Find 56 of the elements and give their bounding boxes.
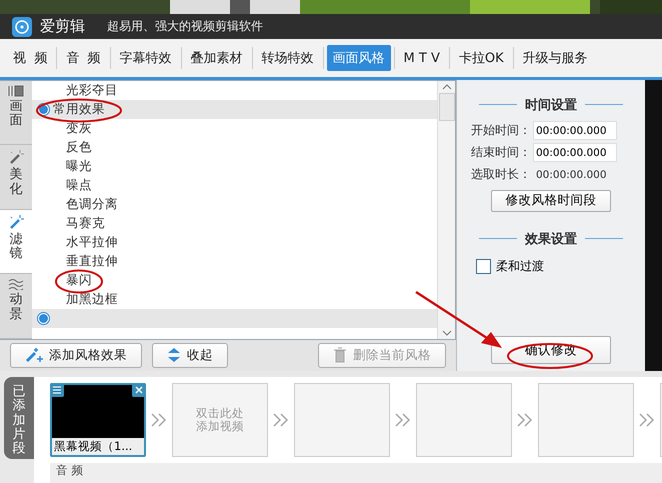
collapse-icon (167, 347, 181, 364)
main-tab[interactable]: 转场特效 (256, 45, 320, 72)
empty-clip-slot[interactable] (416, 383, 512, 457)
field-label: 选取时长： (471, 166, 531, 184)
side-tab[interactable]: 动景 (0, 274, 32, 339)
scrollbar[interactable] (437, 80, 455, 339)
chevrons-icon (394, 413, 412, 427)
chevrons-icon (150, 413, 168, 427)
action-button[interactable]: 收起 (152, 342, 228, 368)
main-tab[interactable]: 音 频 (60, 45, 107, 72)
time-field[interactable]: 00:00:00.000 (533, 121, 617, 140)
main-tab[interactable]: 字幕特效 (114, 45, 178, 72)
chevrons-icon (272, 413, 290, 427)
action-button[interactable]: 添加风格效果 (10, 342, 142, 368)
wand-icon (25, 347, 43, 364)
side-tab[interactable]: 画面 (0, 80, 32, 146)
highlight-ellipse (55, 270, 103, 294)
close-icon[interactable] (132, 383, 146, 397)
empty-clip-slot[interactable] (538, 383, 634, 457)
video-clip[interactable]: 黑幕视频（1... (50, 383, 146, 457)
app-slogan: 超易用、强大的视频剪辑软件 (107, 18, 263, 36)
field-label: 开始时间： (471, 122, 531, 140)
audio-track: 音 频 (50, 463, 662, 483)
side-tab[interactable]: 美化 (0, 145, 32, 210)
section-title: 效果设置 (525, 230, 577, 248)
side-tab[interactable]: 滤镜 (0, 210, 32, 274)
main-tab[interactable]: 叠加素材 (184, 45, 249, 72)
main-tab[interactable]: 画面风格 (326, 45, 391, 72)
edit-time-button[interactable]: 修改风格时间段 (491, 190, 611, 212)
main-tab[interactable]: 视 频 (7, 45, 54, 72)
empty-clip-slot[interactable] (294, 383, 390, 457)
checkbox[interactable] (476, 258, 491, 274)
group-bullet-icon (38, 312, 49, 324)
film-strip-icon (8, 84, 24, 97)
chevrons-icon (638, 413, 656, 427)
duration-value: 00:00:00.000 (535, 168, 607, 181)
clip-label: 黑幕视频（1... (52, 438, 144, 455)
trash-icon (333, 347, 347, 364)
time-field[interactable]: 00:00:00.000 (533, 143, 617, 162)
list-icon[interactable] (50, 383, 64, 397)
main-tab[interactable]: M T V (398, 45, 446, 72)
checkbox-label: 柔和过渡 (496, 258, 544, 275)
chevrons-icon (516, 413, 534, 427)
add-video-hint: 双击此处添加视频 (196, 407, 244, 433)
waves-icon (8, 278, 24, 290)
section-title: 时间设置 (525, 96, 577, 114)
timeline-tab[interactable]: 已添加片段 (4, 377, 34, 459)
logo-icon (12, 16, 32, 37)
main-tab[interactable]: 卡拉OK (452, 45, 510, 72)
field-label: 结束时间： (471, 144, 531, 162)
scroll-thumb[interactable] (438, 92, 454, 121)
wand-icon (8, 214, 24, 230)
wand-icon (8, 149, 24, 166)
main-tab[interactable]: 升级与服务 (516, 45, 594, 72)
effect-group[interactable]: 常用效果 (32, 100, 437, 119)
app-name: 爱剪辑 (40, 17, 85, 36)
